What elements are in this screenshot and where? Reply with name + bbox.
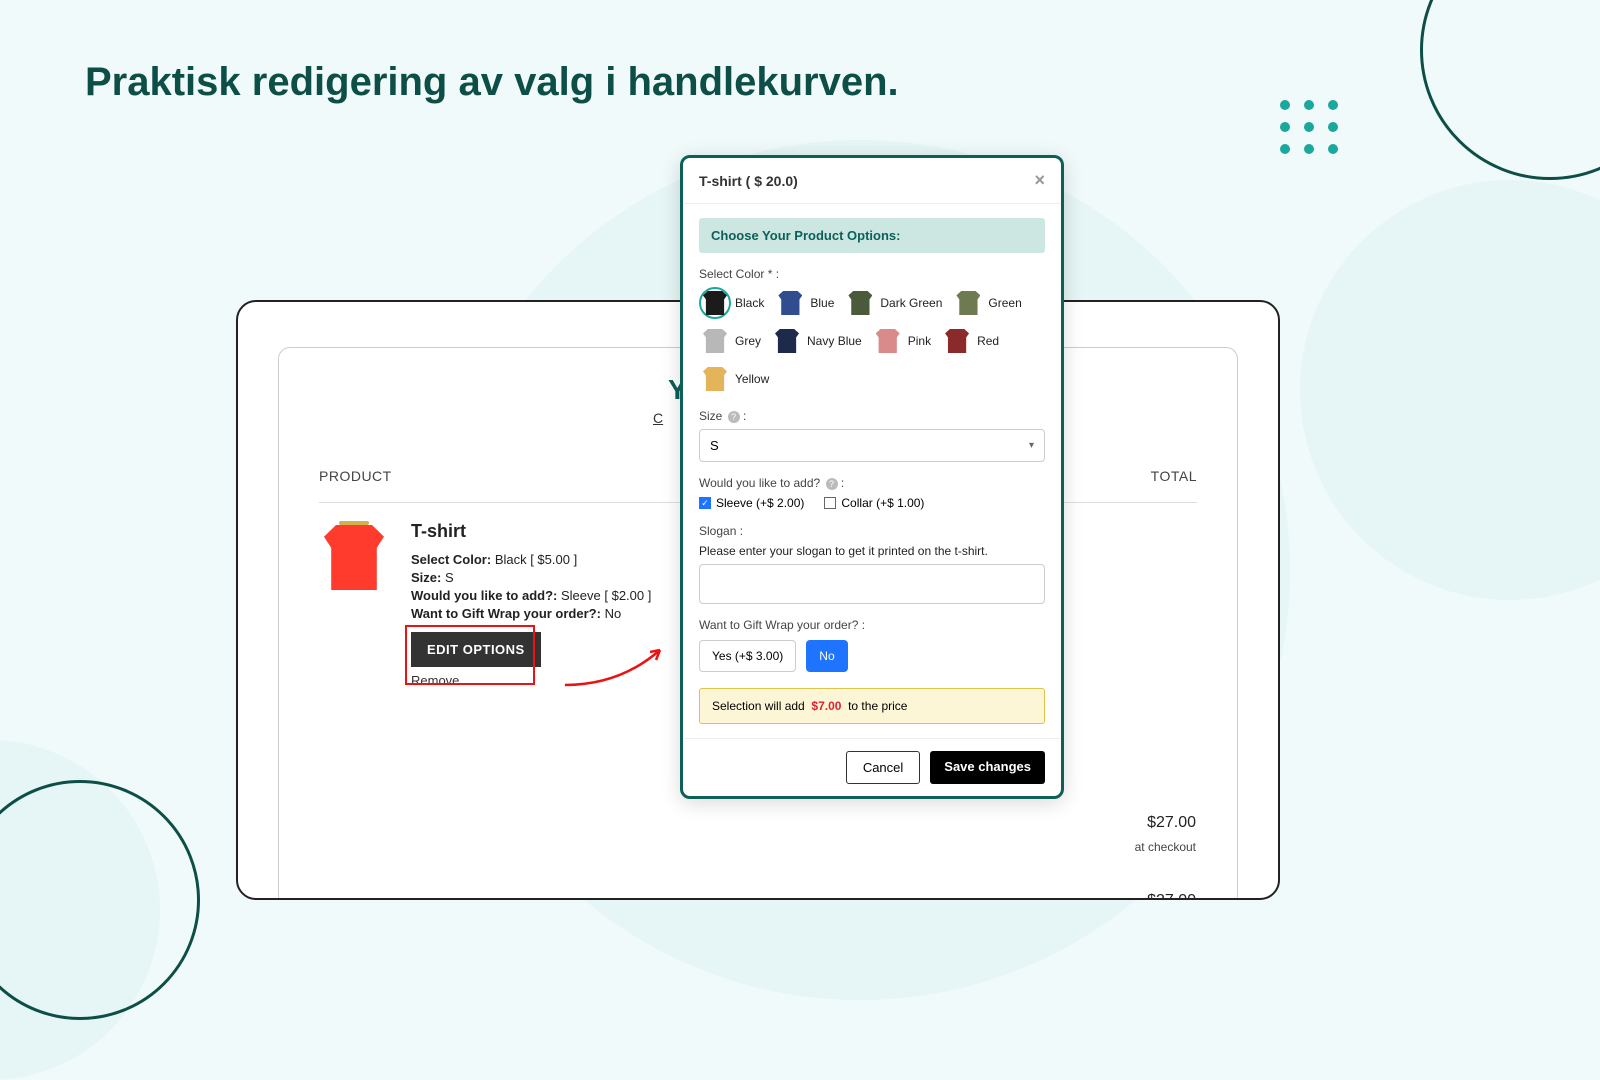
subtotal: $27.00: [1147, 814, 1196, 832]
page-title: Praktisk redigering av valg i handlekurv…: [85, 60, 899, 105]
cancel-button[interactable]: Cancel: [846, 751, 920, 784]
color-swatch-yellow[interactable]: Yellow: [699, 363, 769, 395]
slogan-input[interactable]: [699, 564, 1045, 604]
options-section-header: Choose Your Product Options:: [699, 218, 1045, 253]
swatch-label: Black: [735, 296, 764, 310]
swatch-label: Yellow: [735, 372, 769, 386]
gift-value: No: [605, 606, 622, 621]
decor-ring-top-right: [1420, 0, 1600, 180]
size-value: S: [445, 570, 454, 585]
color-swatch-grey[interactable]: Grey: [699, 325, 761, 357]
giftwrap-yes-button[interactable]: Yes (+$ 3.00): [699, 640, 796, 672]
swatch-label: Navy Blue: [807, 334, 862, 348]
swatch-label: Dark Green: [880, 296, 942, 310]
shipping-note: at checkout: [1135, 840, 1196, 854]
color-swatch-black[interactable]: Black: [699, 287, 764, 319]
addon-checkbox[interactable]: ✓Sleeve (+$ 2.00): [699, 496, 804, 510]
swatch-label: Blue: [810, 296, 834, 310]
addons-field-label: Would you like to add? ? :: [699, 476, 1045, 490]
giftwrap-no-button[interactable]: No: [806, 640, 847, 672]
color-value: Black [ $5.00 ]: [495, 552, 577, 567]
decor-ring-bottom-left: [0, 780, 200, 1020]
size-selected-value: S: [710, 438, 719, 453]
color-swatch-green[interactable]: Green: [952, 287, 1021, 319]
color-swatch-pink[interactable]: Pink: [872, 325, 931, 357]
col-total: TOTAL: [1151, 468, 1197, 484]
addon-checkbox[interactable]: Collar (+$ 1.00): [824, 496, 924, 510]
highlight-box: [405, 625, 535, 685]
price-notice-pre: Selection will add: [712, 699, 805, 713]
slogan-field-label: Slogan :: [699, 524, 1045, 538]
color-swatch-blue[interactable]: Blue: [774, 287, 834, 319]
decor-dots: [1280, 100, 1340, 154]
color-swatches: Black Blue Dark Green Green Grey Navy Blue Pin…: [699, 287, 1045, 395]
color-swatch-navy-blue[interactable]: Navy Blue: [771, 325, 862, 357]
addon-checkboxes: ✓Sleeve (+$ 2.00) Collar (+$ 1.00): [699, 496, 1045, 510]
size-label: Size:: [411, 570, 441, 585]
color-swatch-dark-green[interactable]: Dark Green: [844, 287, 942, 319]
gift-label: Want to Gift Wrap your order?:: [411, 606, 601, 621]
help-icon[interactable]: ?: [728, 411, 740, 423]
swatch-label: Green: [988, 296, 1021, 310]
price-notice-amount: $7.00: [811, 699, 841, 713]
swatch-label: Red: [977, 334, 999, 348]
price-notice-post: to the price: [848, 699, 907, 713]
col-product: PRODUCT: [319, 468, 392, 484]
help-icon[interactable]: ?: [826, 478, 838, 490]
cart-subtitle-peek: C: [653, 410, 663, 426]
item-name: T-shirt: [411, 521, 651, 542]
size-field-label: Size ? :: [699, 409, 1045, 423]
size-select[interactable]: S ▾: [699, 429, 1045, 462]
swatch-label: Pink: [908, 334, 931, 348]
addon-label: Sleeve (+$ 2.00): [716, 496, 804, 510]
slogan-help-text: Please enter your slogan to get it print…: [699, 544, 1045, 558]
product-thumbnail: [319, 521, 389, 591]
giftwrap-field-label: Want to Gift Wrap your order? :: [699, 618, 1045, 632]
chevron-down-icon: ▾: [1029, 440, 1034, 451]
tshirt-icon: [324, 525, 384, 590]
color-label: Select Color:: [411, 552, 491, 567]
save-changes-button[interactable]: Save changes: [930, 751, 1045, 784]
addon-value: Sleeve [ $2.00 ]: [561, 588, 651, 603]
price-notice: Selection will add $7.00 to the price: [699, 688, 1045, 724]
edit-options-modal: T-shirt ( $ 20.0) × Choose Your Product …: [680, 155, 1064, 799]
color-swatch-red[interactable]: Red: [941, 325, 999, 357]
close-icon[interactable]: ×: [1034, 170, 1045, 191]
decor-circle-right: [1300, 180, 1600, 600]
addon-label: Collar (+$ 1.00): [841, 496, 924, 510]
arrow-annotation: [560, 640, 670, 690]
addon-label: Would you like to add?:: [411, 588, 557, 603]
swatch-label: Grey: [735, 334, 761, 348]
modal-title: T-shirt ( $ 20.0): [699, 173, 798, 189]
color-field-label: Select Color * :: [699, 267, 1045, 281]
line-total: $27.00: [1147, 892, 1196, 900]
